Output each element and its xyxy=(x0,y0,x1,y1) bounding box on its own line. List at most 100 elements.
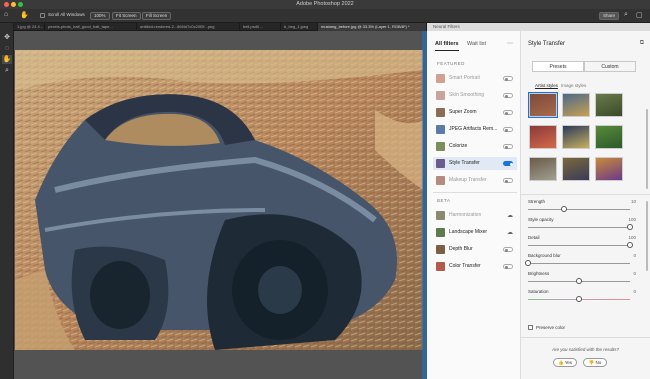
featured-section-label: FEATURED xyxy=(437,61,465,66)
tab-wait-list[interactable]: Wait list xyxy=(467,41,486,47)
thumbs-down-icon: 👎 xyxy=(588,360,595,365)
filter-toggle[interactable] xyxy=(503,264,513,269)
zoom-tool-icon[interactable]: ⌕ xyxy=(2,66,12,75)
layer-output-icon[interactable]: ⧉ xyxy=(640,40,644,47)
filter-thumbnail xyxy=(436,74,445,83)
doc-tab[interactable]: b_beg_1.jpeg xyxy=(281,23,318,31)
fit-screen-button[interactable]: Fit Screen xyxy=(112,12,141,20)
slider-knob[interactable] xyxy=(560,206,567,212)
doc-tab[interactable]: pexels-photo_half_good_halt_tape... xyxy=(45,23,137,31)
tab-presets[interactable]: Presets xyxy=(532,61,584,72)
document-image[interactable] xyxy=(15,50,423,350)
filter-toggle[interactable] xyxy=(503,93,513,98)
section-divider xyxy=(521,194,650,195)
filter-label: Depth Blur xyxy=(449,246,473,252)
slider-label: Background blur xyxy=(528,253,561,258)
doc-tab[interactable]: untitled-rendered-2...86f4d7c0c20f2f...p… xyxy=(137,23,240,31)
slider-knob[interactable] xyxy=(525,260,531,266)
preserve-color-label: Preserve color xyxy=(536,325,566,330)
tab-custom[interactable]: Custom xyxy=(584,61,636,72)
filter-toggle[interactable] xyxy=(503,247,513,252)
filter-label: JPEG Artifacts Rem... xyxy=(449,126,498,132)
filter-landscape-mixer[interactable]: Landscape Mixer ☁ xyxy=(433,226,517,239)
style-preset-swatch[interactable] xyxy=(529,157,557,181)
filter-toggle[interactable] xyxy=(503,127,513,132)
home-icon[interactable]: ⌂ xyxy=(4,11,8,18)
scrollbar[interactable] xyxy=(646,201,648,271)
filter-thumbnail xyxy=(436,245,445,254)
filter-thumbnail xyxy=(436,142,445,151)
style-preset-swatch[interactable] xyxy=(529,125,557,149)
more-options-icon[interactable]: ⋯ xyxy=(507,40,513,47)
hand-tool-button-icon[interactable]: ✋ xyxy=(2,55,12,64)
detail-title: Style Transfer xyxy=(528,41,566,47)
slider-value: 100 xyxy=(628,235,636,240)
style-preset-swatch[interactable] xyxy=(595,93,623,117)
slider-value: 0 xyxy=(633,289,636,294)
slider-knob[interactable] xyxy=(627,242,633,248)
zoom-100-button[interactable]: 100% xyxy=(90,12,110,20)
slider-label: Detail xyxy=(528,235,540,240)
slider-track[interactable] xyxy=(528,245,630,246)
lasso-tool-icon[interactable]: ◌ xyxy=(2,44,12,53)
filter-harmonization[interactable]: Harmonization ☁ xyxy=(433,209,517,222)
style-preset-swatch[interactable] xyxy=(562,157,590,181)
filter-super-zoom[interactable]: Super Zoom xyxy=(433,106,517,119)
style-preset-swatch[interactable] xyxy=(562,125,590,149)
tab-artist-styles[interactable]: Artist styles xyxy=(535,83,558,88)
hand-tool-icon: ✋ xyxy=(20,12,29,19)
filter-jpeg-artifacts-removal[interactable]: JPEG Artifacts Rem... xyxy=(433,123,517,136)
filter-label: Landscape Mixer xyxy=(449,229,488,235)
doc-tab-active[interactable]: mustang_before.jpg @ 33.3% (Layer 1, RGB… xyxy=(318,23,427,31)
doc-tab[interactable]: bell.psd0 ... xyxy=(240,23,281,31)
filter-toggle[interactable] xyxy=(503,76,513,81)
feedback-no-label: No xyxy=(595,360,602,365)
filter-label: Color Transfer xyxy=(449,263,481,269)
filter-toggle[interactable] xyxy=(503,144,513,149)
cloud-download-icon[interactable]: ☁ xyxy=(507,229,513,236)
cloud-download-icon[interactable]: ☁ xyxy=(507,212,513,219)
tab-image-styles[interactable]: Image styles xyxy=(561,83,586,88)
slider-knob[interactable] xyxy=(576,296,582,302)
filter-toggle[interactable] xyxy=(503,110,513,115)
filter-smart-portrait[interactable]: Smart Portrait xyxy=(433,72,517,85)
slider-label: Style opacity xyxy=(528,217,554,222)
feedback-yes-button[interactable]: 👍 Yes xyxy=(553,358,577,367)
fill-screen-button[interactable]: Fill Screen xyxy=(142,12,172,20)
slider-track[interactable] xyxy=(528,227,630,228)
style-preset-swatch[interactable] xyxy=(528,92,558,118)
filter-toggle[interactable] xyxy=(503,178,513,183)
filter-colorize[interactable]: Colorize xyxy=(433,140,517,153)
filter-thumbnail xyxy=(436,176,445,185)
style-preset-swatch[interactable] xyxy=(595,157,623,181)
filter-skin-smoothing[interactable]: Skin Smoothing xyxy=(433,89,517,102)
slider-track[interactable] xyxy=(528,209,630,210)
slider-knob[interactable] xyxy=(627,224,633,230)
style-preset-swatch[interactable] xyxy=(562,93,590,117)
preserve-color-checkbox[interactable] xyxy=(528,325,533,330)
scroll-all-windows-label: Scroll All Windows xyxy=(48,12,85,17)
share-button[interactable]: Share xyxy=(599,12,620,20)
stylized-car-painting xyxy=(15,50,423,350)
filter-depth-blur[interactable]: Depth Blur xyxy=(433,243,517,256)
filter-thumbnail xyxy=(436,91,445,100)
slider-track[interactable] xyxy=(528,263,630,264)
filter-style-transfer[interactable]: Style Transfer xyxy=(433,157,517,170)
style-preset-swatch[interactable] xyxy=(595,125,623,149)
filter-color-transfer[interactable]: Color Transfer xyxy=(433,260,517,273)
scroll-all-windows-checkbox[interactable] xyxy=(40,13,45,18)
slider-value: 10 xyxy=(630,199,636,204)
feedback-no-button[interactable]: 👎 No xyxy=(583,358,607,367)
move-tool-icon[interactable]: ✥ xyxy=(2,33,12,42)
doc-tab[interactable]: 1.jpg @ 24.4... xyxy=(14,23,45,31)
workspace-icon[interactable]: ▢ xyxy=(636,11,643,19)
slider-knob[interactable] xyxy=(576,278,582,284)
search-icon[interactable]: ⌕ xyxy=(624,11,628,19)
filter-makeup-transfer[interactable]: Makeup Transfer xyxy=(433,174,517,187)
scrollbar[interactable] xyxy=(646,109,648,189)
filter-toggle-on[interactable] xyxy=(503,161,513,166)
tab-all-filters[interactable]: All filters xyxy=(435,41,459,47)
filter-thumbnail xyxy=(436,108,445,117)
window-titlebar: Adobe Photoshop 2022 xyxy=(0,0,650,9)
filter-label: Skin Smoothing xyxy=(449,92,485,98)
